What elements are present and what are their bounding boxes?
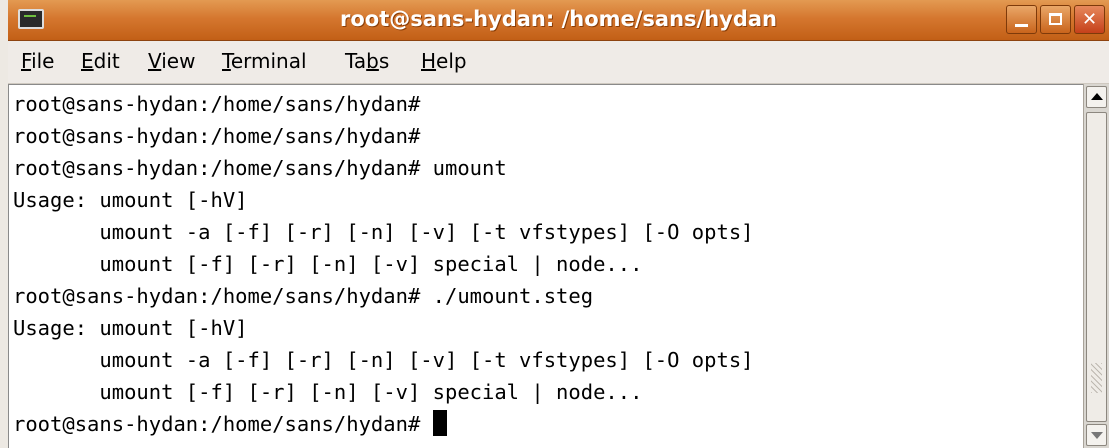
menu-label-post: dit — [93, 49, 120, 73]
menu-label-post: s — [378, 49, 390, 73]
maximize-button[interactable] — [1040, 5, 1071, 34]
menu-label-pre: Ta — [345, 49, 367, 73]
menu-mnemonic: T — [222, 49, 231, 73]
menu-tabs[interactable]: Tabs — [345, 49, 389, 73]
minimize-icon — [1015, 24, 1028, 27]
terminal-line: umount [-f] [-r] [-n] [-v] special | nod… — [13, 252, 643, 276]
terminal-line: root@sans-hydan:/home/sans/hydan# umount — [13, 156, 507, 180]
scroll-up-arrow-icon[interactable] — [1086, 86, 1107, 108]
maximize-icon — [1049, 13, 1062, 25]
close-button[interactable]: ✕ — [1074, 5, 1105, 34]
terminal-prompt-line: root@sans-hydan:/home/sans/hydan# — [13, 408, 447, 440]
close-icon: ✕ — [1081, 9, 1098, 30]
menu-label-post: erminal — [230, 49, 307, 73]
menu-mnemonic: b — [366, 49, 379, 73]
terminal-line: root@sans-hydan:/home/sans/hydan# — [13, 124, 421, 148]
menu-label-post: elp — [436, 49, 467, 73]
terminal-line: umount -a [-f] [-r] [-n] [-v] [-t vfstyp… — [13, 220, 754, 244]
window-title: root@sans-hydan: /home/sans/hydan — [339, 7, 777, 31]
menu-label-post: ile — [31, 49, 55, 73]
menu-view[interactable]: View — [148, 49, 195, 73]
menu-label-post: iew — [161, 49, 196, 73]
terminal-line: root@sans-hydan:/home/sans/hydan# — [13, 92, 421, 116]
menu-mnemonic: F — [21, 49, 32, 73]
window-controls: ✕ — [1006, 5, 1105, 34]
menu-mnemonic: V — [148, 49, 162, 73]
menu-mnemonic: E — [81, 49, 94, 73]
terminal-line: Usage: umount [-hV] — [13, 188, 248, 212]
menu-bar: File Edit View Terminal Tabs Help — [8, 41, 1109, 84]
scrollbar-thumb[interactable] — [1086, 112, 1107, 422]
terminal-line: Usage: umount [-hV] — [13, 316, 248, 340]
terminal-line: umount [-f] [-r] [-n] [-v] special | nod… — [13, 380, 643, 404]
terminal-line: umount -a [-f] [-r] [-n] [-v] [-t vfstyp… — [13, 348, 754, 372]
terminal-output[interactable]: root@sans-hydan:/home/sans/hydan# root@s… — [8, 84, 1084, 448]
vertical-scrollbar[interactable] — [1083, 84, 1109, 448]
text-cursor — [432, 410, 447, 436]
menu-edit[interactable]: Edit — [81, 49, 120, 73]
menu-mnemonic: H — [421, 49, 437, 73]
menu-file[interactable]: File — [21, 49, 54, 73]
scrollbar-grip-icon — [1091, 363, 1102, 393]
menu-help[interactable]: Help — [421, 49, 467, 73]
scroll-down-arrow-icon[interactable] — [1086, 424, 1107, 446]
minimize-button[interactable] — [1006, 5, 1037, 34]
menu-terminal[interactable]: Terminal — [222, 49, 307, 73]
terminal-window: root@sans-hydan: /home/sans/hydan ✕ File… — [0, 0, 1109, 448]
title-bar[interactable]: root@sans-hydan: /home/sans/hydan ✕ — [8, 0, 1109, 41]
terminal-prompt: root@sans-hydan:/home/sans/hydan# — [13, 412, 433, 436]
terminal-line: root@sans-hydan:/home/sans/hydan# ./umou… — [13, 284, 594, 308]
